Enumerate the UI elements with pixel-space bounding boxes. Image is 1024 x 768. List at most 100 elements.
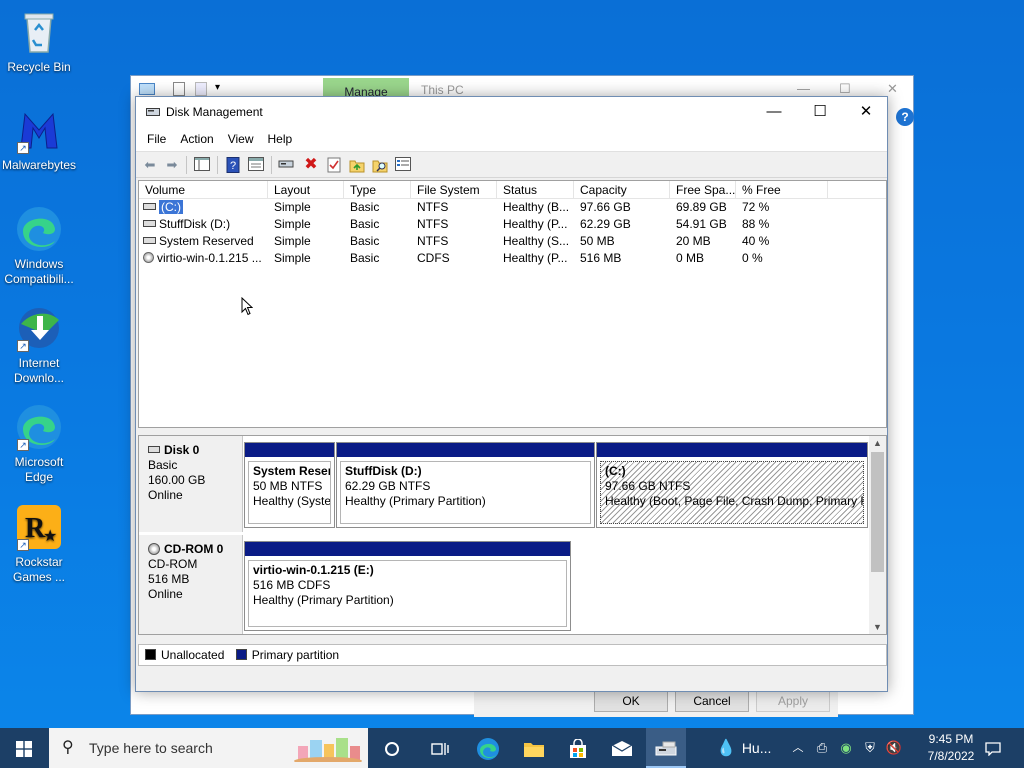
column-header-status[interactable]: Status (497, 181, 574, 199)
status-cell: Healthy (P... (503, 251, 568, 265)
column-header-volume[interactable]: Volume (139, 181, 268, 199)
free-space-cell: 20 MB (676, 234, 711, 248)
cortana-icon (385, 741, 399, 756)
desktop-icon-rockstar-games[interactable]: R ★ ↗ Rockstar Games ... (0, 503, 78, 585)
taskbar-weather[interactable]: 💧 Hu... (712, 728, 784, 768)
folder-up-icon[interactable] (348, 157, 366, 173)
taskbar-disk-management[interactable] (646, 728, 686, 768)
recycle-bin-icon (15, 8, 63, 56)
ok-button[interactable]: OK (594, 691, 668, 712)
search-highlight-icon (294, 734, 364, 765)
volume-list[interactable]: Volume Layout Type File System Status Ca… (138, 180, 887, 428)
desktop-icon-malwarebytes[interactable]: ↗ Malwarebytes (0, 106, 78, 173)
properties-view-icon[interactable] (247, 157, 265, 173)
forward-icon[interactable]: ➡ (163, 157, 181, 173)
scroll-down-icon[interactable]: ▼ (869, 622, 886, 632)
layout-cell: Simple (274, 251, 311, 265)
volume-row-virtio[interactable]: virtio-win-0.1.215 ... Simple Basic CDFS… (139, 250, 886, 267)
toolbar-separator (217, 156, 218, 174)
network-globe-icon[interactable]: ◉ (836, 728, 856, 768)
cdrom-0-state: Online (148, 587, 183, 601)
maximize-button[interactable]: ☐ (797, 97, 843, 128)
partition-c[interactable]: (C:) 97.66 GB NTFS Healthy (Boot, Page F… (596, 442, 868, 528)
task-view-button[interactable] (420, 728, 460, 768)
scrollbar-thumb[interactable] (871, 452, 884, 572)
desktop-icon-recycle-bin[interactable]: Recycle Bin (0, 8, 78, 75)
minimize-icon[interactable]: — (797, 81, 810, 96)
graphical-view-scrollbar[interactable]: ▲ ▼ (869, 436, 886, 634)
scroll-up-icon[interactable]: ▲ (869, 438, 886, 448)
security-shield-icon[interactable]: ⛨ (860, 728, 880, 768)
cdrom-0-label[interactable]: CD-ROM 0 CD-ROM 516 MB Online (139, 535, 243, 634)
start-button[interactable] (0, 728, 48, 768)
check-properties-icon[interactable] (325, 157, 343, 173)
type-cell: Basic (350, 200, 380, 214)
desktop-icon-label: Rockstar Games ... (12, 555, 65, 584)
volume-row-system-reserved[interactable]: System Reserved Simple Basic NTFS Health… (139, 233, 886, 250)
action-center-button[interactable] (978, 728, 1008, 768)
desktop-icon-internet-download-manager[interactable]: ↗ Internet Downlo... (0, 304, 78, 386)
volume-cell: System Reserved (139, 233, 268, 250)
taskbar-search-box[interactable]: ⚲ Type here to search (49, 728, 368, 768)
list-view-icon[interactable] (394, 157, 412, 173)
taskbar-clock[interactable]: 9:45 PM 7/8/2022 (920, 731, 982, 765)
taskbar-edge[interactable] (468, 728, 508, 768)
help-book-icon[interactable]: ? (224, 157, 242, 173)
mail-icon (611, 740, 633, 756)
taskbar: ⚲ Type here to search 💧 Hu... ︿ ⎙ ◉ ⛨ 🔇 … (0, 728, 1024, 768)
cancel-button[interactable]: Cancel (675, 691, 749, 712)
customize-dropdown-icon[interactable]: ▾ (215, 82, 220, 93)
cortana-button[interactable] (372, 728, 412, 768)
volume-muted-icon[interactable]: 🔇 (884, 728, 904, 768)
delete-icon[interactable]: ✖ (302, 157, 320, 173)
shortcut-arrow-icon: ↗ (17, 340, 29, 352)
partition-system-reserved[interactable]: System Reser 50 MB NTFS Healthy (Syste (244, 442, 335, 528)
column-header-type[interactable]: Type (344, 181, 411, 199)
menu-view[interactable]: View (221, 128, 261, 151)
column-header-percent-free[interactable]: % Free (736, 181, 828, 199)
volume-row-d[interactable]: StuffDisk (D:) Simple Basic NTFS Healthy… (139, 216, 886, 233)
clock-time: 9:45 PM (928, 732, 974, 746)
shortcut-arrow-icon: ↗ (17, 539, 29, 551)
maximize-icon[interactable]: ☐ (839, 81, 851, 97)
column-header-free-space[interactable]: Free Spa... (670, 181, 736, 199)
close-button[interactable]: ✕ (843, 97, 889, 128)
properties-check-icon[interactable] (173, 82, 185, 96)
desktop-icon-microsoft-edge[interactable]: ↗ Microsoft Edge (0, 403, 78, 485)
disk-management-window[interactable]: Disk Management — ☐ ✕ File Action View H… (135, 96, 888, 692)
column-header-layout[interactable]: Layout (268, 181, 344, 199)
folder-search-icon[interactable] (371, 157, 389, 173)
window-title: Disk Management (166, 105, 263, 119)
partition-stuffdisk-d[interactable]: StuffDisk (D:) 62.29 GB NTFS Healthy (Pr… (336, 442, 595, 528)
volume-name: StuffDisk (D:) (159, 217, 231, 231)
back-icon[interactable]: ⬅ (141, 157, 159, 173)
blank-doc-icon[interactable] (195, 82, 207, 96)
disk-graphical-view[interactable]: Disk 0 Basic 160.00 GB Online System Res… (138, 435, 887, 635)
menu-file[interactable]: File (140, 128, 173, 151)
show-hidden-icons-chevron-icon[interactable]: ︿ (790, 728, 806, 768)
show-hide-console-tree-icon[interactable] (193, 157, 211, 173)
volume-row-c[interactable]: (C:) Simple Basic NTFS Healthy (B... 97.… (139, 199, 886, 216)
taskbar-file-explorer[interactable] (514, 728, 554, 768)
malwarebytes-icon: ↗ (15, 106, 63, 154)
connect-drive-icon[interactable] (277, 157, 295, 173)
disk-drive-icon (148, 446, 160, 454)
partition-name: StuffDisk (D:) (345, 464, 422, 478)
close-icon[interactable]: ✕ (887, 81, 898, 97)
desktop-icon-windows-compatibility[interactable]: Windows Compatibili... (0, 205, 78, 287)
apply-button[interactable]: Apply (756, 691, 830, 712)
menu-action[interactable]: Action (173, 128, 220, 151)
partition-virtio-e[interactable]: virtio-win-0.1.215 (E:) 516 MB CDFS Heal… (244, 541, 571, 631)
disk-0-label[interactable]: Disk 0 Basic 160.00 GB Online (139, 436, 243, 532)
meet-now-icon[interactable]: ⎙ (812, 728, 832, 768)
search-placeholder: Type here to search (89, 740, 213, 756)
menu-help[interactable]: Help (261, 128, 300, 151)
title-bar[interactable]: Disk Management — ☐ ✕ (136, 97, 887, 128)
column-header-file-system[interactable]: File System (411, 181, 497, 199)
minimize-button[interactable]: — (751, 97, 797, 128)
taskbar-mail[interactable] (602, 728, 642, 768)
taskbar-store[interactable] (558, 728, 598, 768)
column-header-capacity[interactable]: Capacity (574, 181, 670, 199)
help-icon[interactable]: ? (896, 108, 914, 126)
windows-logo-icon (16, 740, 32, 757)
